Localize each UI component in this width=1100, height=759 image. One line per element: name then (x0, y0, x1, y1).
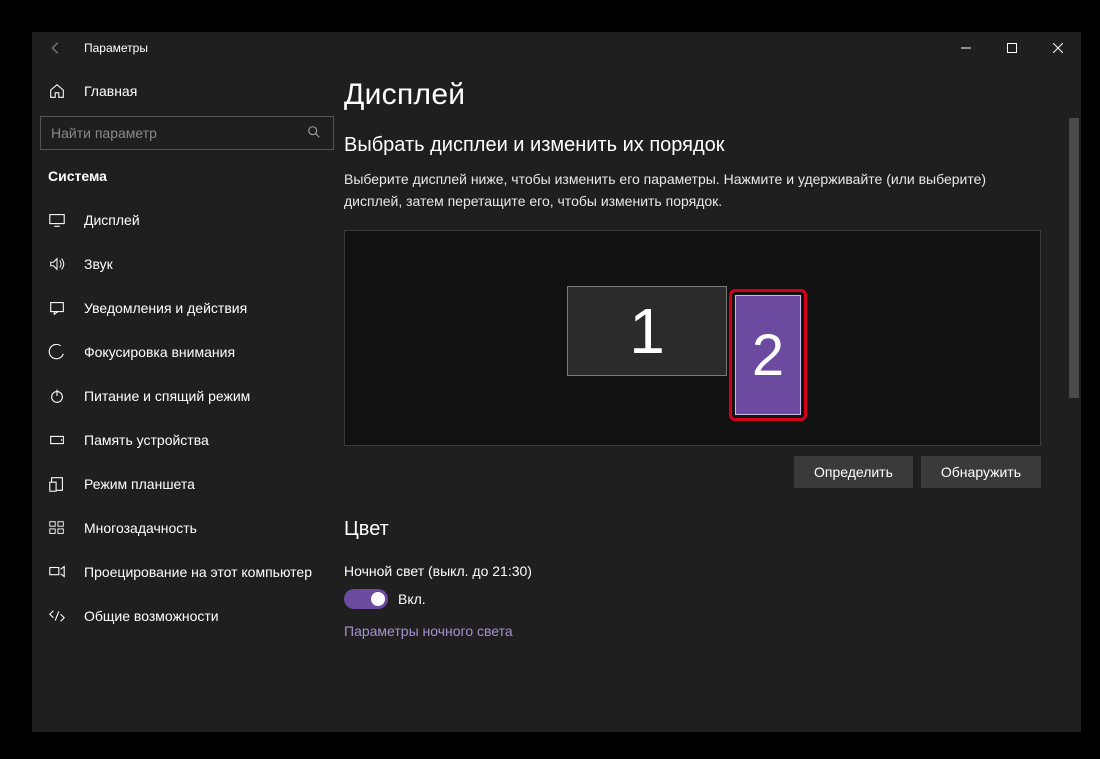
nav-label: Уведомления и действия (84, 300, 247, 316)
nav-label: Питание и спящий режим (84, 388, 250, 404)
nav-power[interactable]: Питание и спящий режим (40, 374, 334, 418)
projecting-icon (48, 563, 66, 581)
tablet-icon (48, 475, 66, 493)
focus-icon (48, 343, 66, 361)
close-button[interactable] (1035, 32, 1081, 64)
nav-label: Многозадачность (84, 520, 197, 536)
nav-shared[interactable]: Общие возможности (40, 594, 334, 638)
identify-button[interactable]: Определить (794, 456, 913, 488)
storage-icon (48, 431, 66, 449)
search-icon (307, 125, 323, 141)
nav-display[interactable]: Дисплей (40, 198, 334, 242)
arrange-description: Выберите дисплей ниже, чтобы изменить ег… (344, 169, 1041, 212)
titlebar: Параметры (32, 32, 1081, 64)
settings-window: Параметры Главная Система (32, 32, 1081, 732)
nav-label: Дисплей (84, 212, 140, 228)
back-button[interactable] (46, 38, 66, 58)
toggle-state-label: Вкл. (398, 591, 426, 607)
nav-tablet[interactable]: Режим планшета (40, 462, 334, 506)
display-icon (48, 211, 66, 229)
color-heading: Цвет (344, 518, 1041, 541)
power-icon (48, 387, 66, 405)
arrange-heading: Выбрать дисплеи и изменить их порядок (344, 134, 1041, 157)
nav-sound[interactable]: Звук (40, 242, 334, 286)
sound-icon (48, 255, 66, 273)
monitor-2-highlight: 2 (729, 289, 807, 421)
nav-list: Дисплей Звук Уведомления и действия Фоку… (40, 198, 334, 638)
monitor-2[interactable]: 2 (735, 295, 801, 415)
window-title: Параметры (84, 41, 148, 55)
notifications-icon (48, 299, 66, 317)
nav-label: Режим планшета (84, 476, 195, 492)
multitask-icon (48, 519, 66, 537)
search-input[interactable] (51, 125, 307, 141)
search-box[interactable] (40, 116, 334, 150)
content-area: Дисплей Выбрать дисплеи и изменить их по… (342, 64, 1081, 732)
monitor-1[interactable]: 1 (567, 286, 727, 376)
detect-button[interactable]: Обнаружить (921, 456, 1041, 488)
nav-label: Память устройства (84, 432, 209, 448)
night-light-settings-link[interactable]: Параметры ночного света (344, 623, 513, 639)
nav-projecting[interactable]: Проецирование на этот компьютер (40, 550, 334, 594)
night-light-toggle[interactable] (344, 589, 388, 609)
nav-notifications[interactable]: Уведомления и действия (40, 286, 334, 330)
display-arrange-box[interactable]: 1 2 (344, 230, 1041, 446)
nav-label: Фокусировка внимания (84, 344, 235, 360)
nav-multitask[interactable]: Многозадачность (40, 506, 334, 550)
maximize-button[interactable] (989, 32, 1035, 64)
nav-label: Проецирование на этот компьютер (84, 564, 312, 580)
nav-storage[interactable]: Память устройства (40, 418, 334, 462)
minimize-button[interactable] (943, 32, 989, 64)
shared-icon (48, 607, 66, 625)
nav-label: Звук (84, 256, 113, 272)
home-link[interactable]: Главная (40, 72, 334, 110)
scrollbar-thumb[interactable] (1069, 118, 1079, 398)
home-label: Главная (84, 83, 137, 99)
home-icon (48, 82, 66, 100)
page-heading: Дисплей (344, 78, 1041, 112)
night-light-label: Ночной свет (выкл. до 21:30) (344, 563, 1041, 579)
scrollbar[interactable] (1067, 118, 1081, 732)
nav-label: Общие возможности (84, 608, 219, 624)
sidebar: Главная Система Дисплей Звук (32, 64, 342, 732)
nav-focus[interactable]: Фокусировка внимания (40, 330, 334, 374)
category-label: Система (40, 160, 334, 198)
